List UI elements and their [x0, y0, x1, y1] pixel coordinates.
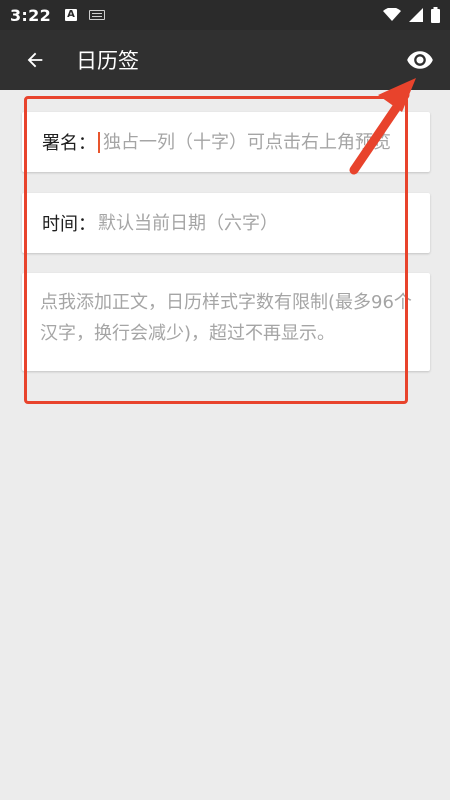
a-notification-icon: A [65, 9, 77, 21]
arrow-back-icon [27, 52, 43, 68]
signature-card: 署名： [22, 112, 430, 172]
keyboard-icon [89, 10, 105, 20]
time-label: 时间： [42, 214, 96, 235]
body-card [22, 273, 430, 371]
back-button[interactable] [0, 30, 70, 90]
time-card: 时间： [22, 193, 430, 253]
preview-button[interactable] [390, 30, 450, 90]
cell-signal-icon [409, 8, 423, 22]
status-system-icons [383, 7, 440, 23]
status-bar: 3:22 A [0, 0, 450, 30]
signature-label: 署名： [42, 133, 96, 154]
eye-icon [407, 51, 433, 69]
battery-icon [431, 7, 440, 23]
app-bar: 日历签 [0, 30, 450, 90]
time-input[interactable] [98, 212, 410, 234]
status-notification-icons: A [65, 9, 105, 21]
signature-input[interactable] [98, 131, 410, 153]
page-title: 日历签 [76, 49, 139, 73]
wifi-icon [383, 8, 401, 21]
body-textarea[interactable] [40, 287, 412, 357]
status-time: 3:22 [10, 5, 51, 25]
